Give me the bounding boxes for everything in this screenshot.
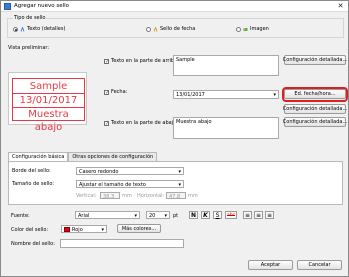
vertical-label: Vertical: [76, 193, 97, 199]
chevron-down-icon: ▾ [178, 169, 181, 175]
radio-dot [13, 26, 18, 32]
size-label: Tamaño de sello: [12, 181, 55, 187]
border-value: Casero redondo [79, 169, 119, 175]
seal-name-input[interactable] [60, 239, 184, 248]
date-select[interactable]: 13/01/2017 ▾ [173, 90, 279, 99]
checkbox-mark: ✓ [104, 89, 110, 96]
radio-date-seal[interactable]: Sello de fecha [146, 26, 195, 32]
horizontal-input[interactable]: 47.8 [166, 192, 186, 199]
top-text-input[interactable]: Sample [173, 55, 279, 76]
radio-dot [146, 26, 151, 32]
accept-button[interactable]: Aceptar [248, 260, 293, 270]
font-select[interactable]: Arial ▾ [75, 211, 140, 219]
top-text-checkbox[interactable]: ✓ Texto en la parte de arriba: [104, 58, 179, 64]
chevron-down-icon: ▾ [164, 213, 167, 219]
text-icon [20, 26, 25, 32]
settings-tabs: Configuración básica Otras opciones de c… [8, 152, 158, 162]
stamp-top-text: Sample [29, 81, 68, 92]
highlight-marker [282, 87, 348, 102]
color-select[interactable]: Rojo ▾ [61, 225, 107, 233]
color-value: Rojo [72, 227, 83, 233]
vertical-input[interactable]: 38.3 [100, 192, 120, 199]
font-size-select[interactable]: 20 ▾ [146, 211, 170, 219]
cancel-button[interactable]: Cancelar [297, 260, 342, 270]
app-icon [4, 3, 11, 10]
dialog-window: Agregar nuevo sello ✕ Tipo de sello Text… [0, 0, 349, 277]
title-bar: Agregar nuevo sello ✕ [1, 1, 348, 12]
radio-image[interactable]: Imagen [236, 26, 269, 32]
window-title: Agregar nuevo sello [14, 3, 70, 9]
image-icon [243, 27, 248, 31]
more-colors-button[interactable]: Más colores... [117, 224, 161, 233]
chevron-down-icon: ▾ [134, 213, 137, 219]
font-size-value: 20 [149, 213, 156, 219]
date-checkbox[interactable]: ✓ Fecha: [104, 89, 127, 95]
size-select[interactable]: Ajustar el tamaño de texto ▾ [76, 180, 184, 188]
bottom-text-input[interactable]: Muestra abajo [173, 117, 279, 139]
preview-label: Vista preliminar: [8, 45, 50, 51]
horizontal-label: Horizontal: [137, 193, 165, 199]
size-value: Ajustar el tamaño de texto [79, 182, 146, 188]
font-size-unit: pt [173, 213, 179, 219]
checkbox-mark: ✓ [104, 58, 110, 65]
radio-text-details[interactable]: Texto (detalles) [13, 26, 65, 32]
stamp-preview: Sample 13/01/2017 Muestra abajo [12, 78, 85, 133]
bold-button[interactable]: N [189, 211, 198, 219]
stamp-bottom-text: Muestra abajo [28, 109, 69, 133]
bottom-detail-button[interactable]: Configuración detallada... [283, 117, 347, 127]
radio-label: Imagen [250, 26, 269, 32]
chevron-down-icon: ▾ [101, 227, 104, 233]
preview-panel: Sample 13/01/2017 Muestra abajo [8, 72, 87, 133]
top-detail-button[interactable]: Configuración detallada... [283, 55, 347, 65]
date-label: Fecha: [111, 89, 128, 95]
underline-button[interactable]: S [213, 211, 222, 219]
chevron-down-icon: ▾ [178, 182, 181, 188]
seal-type-legend: Tipo de sello [13, 15, 47, 21]
radio-dot [236, 26, 241, 32]
vertical-unit: mm [122, 193, 132, 199]
top-text-label: Texto en la parte de arriba: [111, 58, 179, 64]
align-center-icon[interactable]: ≡ [254, 211, 263, 219]
bottom-text-checkbox[interactable]: ✓ Texto en la parte de abajo: [104, 120, 178, 126]
horizontal-unit: mm [188, 193, 198, 199]
close-icon[interactable]: ✕ [336, 2, 345, 10]
radio-label: Texto (detalles) [27, 26, 66, 32]
date-value: 13/01/2017 [176, 92, 205, 98]
italic-button[interactable]: K [201, 211, 210, 219]
stamp-date-text: 13/01/2017 [19, 95, 78, 106]
font-label: Fuente: [11, 213, 30, 219]
date-icon [153, 26, 158, 32]
border-select[interactable]: Casero redondo ▾ [76, 167, 184, 175]
date-detail-button[interactable]: Configuración detallada... [283, 104, 347, 114]
color-label: Color del sello: [11, 227, 49, 233]
font-value: Arial [78, 213, 90, 219]
align-left-icon[interactable]: ≡ [243, 211, 252, 219]
border-label: Borde del sello: [12, 168, 51, 174]
align-right-icon[interactable]: ≡ [265, 211, 274, 219]
chevron-down-icon: ▾ [273, 92, 276, 98]
basic-settings-panel: Borde del sello: Casero redondo ▾ Tamaño… [8, 161, 343, 205]
color-swatch [64, 227, 70, 232]
bottom-text-label: Texto en la parte de abajo: [111, 120, 178, 126]
seal-name-label: Nombre del sello: [11, 241, 55, 247]
strikethrough-button[interactable]: abc [225, 211, 237, 219]
radio-label: Sello de fecha [160, 26, 196, 32]
tab-other-settings[interactable]: Otras opciones de configuración [68, 152, 158, 161]
checkbox-mark: ✓ [104, 120, 110, 127]
seal-type-group: Tipo de sello Texto (detalles) Sello de … [7, 15, 344, 38]
